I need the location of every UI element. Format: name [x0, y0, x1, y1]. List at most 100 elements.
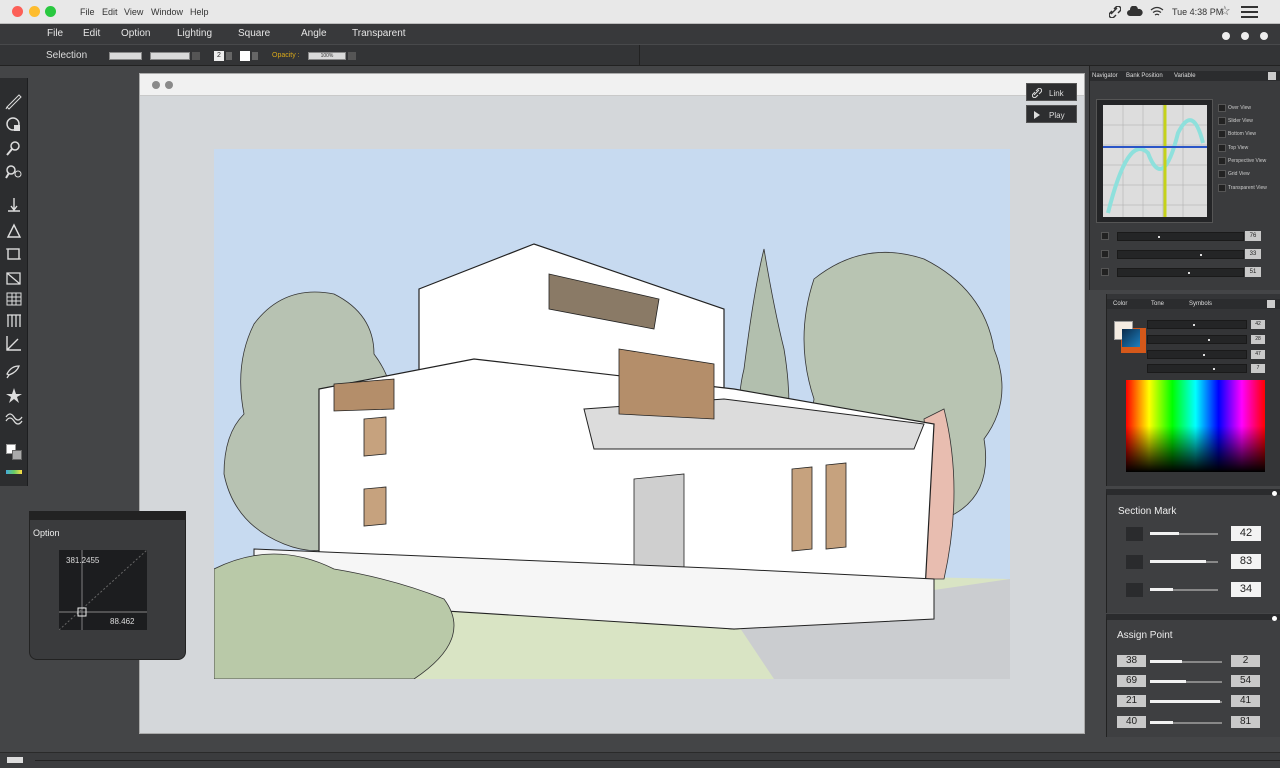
color-spectrum-picker[interactable]: [1126, 380, 1265, 472]
assign-point-left-2[interactable]: 69: [1117, 675, 1146, 687]
brush-tool-icon[interactable]: [4, 362, 24, 380]
assign-point-right-3[interactable]: 41: [1231, 695, 1260, 707]
tab-bank-position[interactable]: Bank Position: [1126, 73, 1163, 79]
view-option-4[interactable]: Top View: [1228, 145, 1248, 151]
curve-graph[interactable]: 381.2455 88.462: [59, 550, 147, 630]
cloud-icon[interactable]: [1127, 6, 1143, 17]
color-slider-4[interactable]: [1147, 364, 1247, 373]
window-dot-2[interactable]: [1241, 32, 1249, 40]
navigator-slider-2-value[interactable]: 33: [1245, 249, 1261, 259]
system-menu-window[interactable]: Window: [151, 7, 183, 17]
assign-point-right-4[interactable]: 81: [1231, 716, 1260, 728]
section-mark-slider-3[interactable]: [1150, 588, 1218, 591]
color-slider-2-value[interactable]: 28: [1251, 335, 1265, 344]
view-toggle-4[interactable]: [1218, 144, 1226, 152]
minimize-window-button[interactable]: [29, 6, 40, 17]
pen-tool-icon[interactable]: [4, 92, 24, 110]
color-slider-3-value[interactable]: 47: [1251, 350, 1265, 359]
section-mark-swatch-3[interactable]: [1126, 583, 1143, 597]
menu-square[interactable]: Square: [238, 28, 270, 39]
option-color-arrows[interactable]: [252, 52, 258, 60]
window-dot-3[interactable]: [1260, 32, 1268, 40]
warp-tool-icon[interactable]: [4, 408, 24, 426]
navigator-slider-toggle-3[interactable]: [1101, 268, 1109, 276]
section-mark-swatch-1[interactable]: [1126, 527, 1143, 541]
gradient-swatch[interactable]: [1122, 329, 1140, 347]
section-mark-value-3[interactable]: 34: [1231, 582, 1261, 597]
color-slider-2[interactable]: [1147, 335, 1247, 344]
view-toggle-3[interactable]: [1218, 130, 1226, 138]
drawing-canvas[interactable]: [214, 149, 1010, 679]
axis-tool-icon[interactable]: [4, 334, 24, 352]
view-toggle-5[interactable]: [1218, 157, 1226, 165]
doc-close-button[interactable]: [152, 81, 160, 89]
navigator-slider-2[interactable]: [1117, 250, 1244, 259]
tab-color[interactable]: Color: [1113, 301, 1127, 307]
window-dot-1[interactable]: [1222, 32, 1230, 40]
section-mark-value-2[interactable]: 83: [1231, 554, 1261, 569]
option-stepper[interactable]: 2: [214, 51, 224, 61]
grid-tool-icon[interactable]: [4, 290, 24, 308]
wifi-icon[interactable]: [1150, 6, 1164, 17]
menu-lighting[interactable]: Lighting: [177, 28, 212, 39]
menu-transparent[interactable]: Transparent: [352, 28, 406, 39]
assign-point-slider-2[interactable]: [1150, 680, 1222, 683]
menu-edit[interactable]: Edit: [83, 28, 100, 39]
view-option-6[interactable]: Grid View: [1228, 171, 1250, 177]
option-stepper-arrows[interactable]: [226, 52, 232, 60]
view-toggle-1[interactable]: [1218, 104, 1226, 112]
view-toggle-2[interactable]: [1218, 117, 1226, 125]
option-field-1[interactable]: [109, 52, 142, 60]
background-color-swatch[interactable]: [12, 450, 22, 460]
menu-option[interactable]: Option: [121, 28, 150, 39]
star-tool-icon[interactable]: [4, 386, 24, 404]
navigator-menu-icon[interactable]: [1268, 72, 1276, 80]
color-slider-3[interactable]: [1147, 350, 1247, 359]
section-mark-value-1[interactable]: 42: [1231, 526, 1261, 541]
view-option-2[interactable]: Slider View: [1228, 118, 1253, 124]
section-mark-swatch-2[interactable]: [1126, 555, 1143, 569]
shape-tool-icon[interactable]: [4, 115, 24, 133]
menu-file[interactable]: File: [47, 28, 63, 39]
system-menu-file[interactable]: File: [80, 7, 95, 17]
view-option-3[interactable]: Bottom View: [1228, 131, 1256, 137]
option-field-2[interactable]: [150, 52, 190, 60]
magnifier-tool-icon[interactable]: [4, 139, 24, 157]
crop-tool-icon[interactable]: [4, 245, 24, 263]
system-menu-edit[interactable]: Edit: [102, 7, 118, 17]
tab-symbols[interactable]: Symbols: [1189, 301, 1212, 307]
color-slider-4-value[interactable]: 7: [1251, 364, 1265, 373]
color-slider-1-value[interactable]: 42: [1251, 320, 1265, 329]
system-menu-help[interactable]: Help: [190, 7, 209, 17]
zoom-window-button[interactable]: [45, 6, 56, 17]
view-toggle-7[interactable]: [1218, 184, 1226, 192]
assign-point-right-1[interactable]: 2: [1231, 655, 1260, 667]
play-button[interactable]: Play: [1026, 105, 1077, 123]
navigator-slider-3[interactable]: [1117, 268, 1244, 277]
assign-point-panel-dot[interactable]: [1272, 616, 1277, 621]
view-toggle-6[interactable]: [1218, 170, 1226, 178]
anchor-tool-icon[interactable]: [4, 196, 24, 214]
assign-point-slider-3[interactable]: [1150, 700, 1222, 703]
navigator-slider-1[interactable]: [1117, 232, 1244, 241]
columns-tool-icon[interactable]: [4, 312, 24, 330]
view-option-5[interactable]: Perspective View: [1228, 158, 1266, 164]
opacity-field[interactable]: 100%: [308, 52, 346, 60]
doc-minimize-button[interactable]: [165, 81, 173, 89]
tab-tone[interactable]: Tone: [1151, 301, 1164, 307]
assign-point-slider-4[interactable]: [1150, 721, 1222, 724]
zoom-tool-icon[interactable]: [4, 163, 24, 181]
assign-point-left-1[interactable]: 38: [1117, 655, 1146, 667]
tab-variable[interactable]: Variable: [1174, 73, 1196, 79]
navigator-slider-3-value[interactable]: 51: [1245, 267, 1261, 277]
color-mode-icon[interactable]: [6, 470, 22, 474]
opacity-dropdown-arrow[interactable]: [348, 52, 356, 60]
link-icon[interactable]: [1109, 6, 1121, 18]
assign-point-left-3[interactable]: 21: [1117, 695, 1146, 707]
angle-tool-icon[interactable]: [4, 222, 24, 240]
navigator-slider-1-value[interactable]: 76: [1245, 231, 1261, 241]
navigator-slider-toggle-1[interactable]: [1101, 232, 1109, 240]
status-indicator[interactable]: [7, 757, 23, 763]
section-mark-slider-1[interactable]: [1150, 532, 1218, 535]
star-icon[interactable]: ☆: [1219, 3, 1231, 19]
